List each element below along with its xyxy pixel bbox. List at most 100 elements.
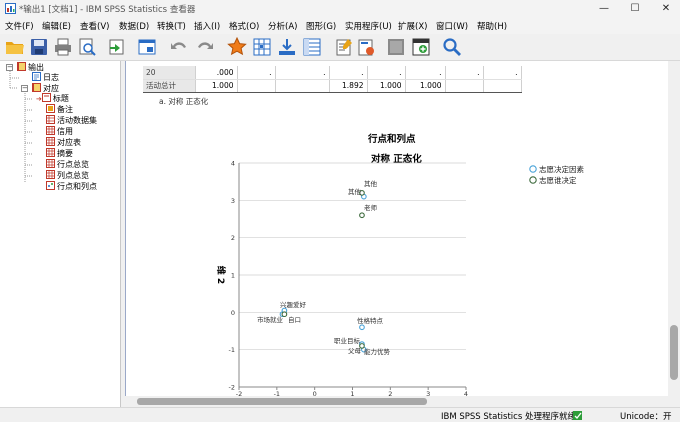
dataset-icon <box>46 115 55 124</box>
search-icon[interactable] <box>442 37 462 57</box>
menu-analyze[interactable]: 分析(A) <box>268 20 297 32</box>
y-axis-label: 维 2 <box>215 266 227 284</box>
goto-data-icon[interactable] <box>227 37 247 57</box>
outline-item-label: 对应 <box>43 84 59 93</box>
outline-item-label: 行点总览 <box>57 160 89 169</box>
outline-item-notes[interactable]: 备注 <box>46 104 73 115</box>
save-icon[interactable] <box>29 37 49 57</box>
show-all-icon[interactable] <box>386 37 406 57</box>
outline-collapse-correspondence[interactable]: − <box>21 85 28 92</box>
menu-extensions[interactable]: 扩展(X) <box>398 20 427 32</box>
table-icon <box>46 159 55 168</box>
point-label-ziji: 自口 <box>288 315 301 324</box>
goto-case-icon[interactable] <box>252 37 272 57</box>
outline-item-row-and-column-points[interactable]: 行点和列点 <box>46 181 97 192</box>
chart-point-labels: 其他 其他 老师 兴趣爱好 市场就业 自口 性格特点 职业目标 父母 能力优势 <box>257 179 391 356</box>
y-tick-label: 3 <box>231 197 235 205</box>
outline-item-column-points-overview[interactable]: 列点总览 <box>46 170 89 181</box>
processor-status: IBM SPSS Statistics 处理程序就绪 <box>441 412 576 422</box>
vertical-scroll-thumb[interactable] <box>670 325 678 380</box>
point-label-laoshi: 老师 <box>364 203 378 212</box>
point-label-nengli: 能力优势 <box>364 347 391 356</box>
toolbar <box>0 34 680 61</box>
menu-edit[interactable]: 编辑(E) <box>42 20 71 32</box>
point-label-zhiye: 职业目标 <box>334 336 361 345</box>
outline-item-credit[interactable]: 信用 <box>46 126 73 137</box>
menu-view[interactable]: 查看(V) <box>80 20 109 32</box>
close-button[interactable]: ✕ <box>651 0 680 18</box>
print-icon[interactable] <box>53 37 73 57</box>
outline-item-label: 摘要 <box>57 149 73 158</box>
point-label-shichang: 市场就业 <box>257 315 284 324</box>
chart-icon <box>46 181 55 190</box>
chart-points <box>279 190 367 353</box>
y-tick-label: 1 <box>231 272 235 280</box>
goto-variable-icon[interactable] <box>277 37 297 57</box>
print-preview-icon[interactable] <box>77 37 97 57</box>
content-pane[interactable]: 20 .000 . . . . . . . 活动总计 1.000 1.892 1… <box>125 61 670 396</box>
status-bar: IBM SPSS Statistics 处理程序就绪 Unicode：开 <box>0 407 680 422</box>
menu-format[interactable]: 格式(O) <box>229 20 259 32</box>
menu-utilities[interactable]: 实用程序(U) <box>345 20 392 32</box>
outline-item-log[interactable]: 日志 <box>32 72 59 83</box>
notes-icon <box>46 104 55 113</box>
outline-pane[interactable]: − − 输出 日志 对应 ➔ 标题 备注 活动数据集 信用 对应表 摘要 行点总览 <box>0 61 121 407</box>
maximize-button[interactable]: ☐ <box>620 0 650 18</box>
output-book-icon <box>17 62 26 71</box>
menu-insert[interactable]: 插入(I) <box>194 20 220 32</box>
outline-item-summary[interactable]: 摘要 <box>46 148 73 159</box>
table-icon <box>46 126 55 135</box>
legend-marker <box>529 176 537 184</box>
outline-item-label: 输出 <box>28 63 44 72</box>
data-point-determinant <box>359 324 365 331</box>
outline-item-label: 列点总览 <box>57 171 89 180</box>
export-icon[interactable] <box>107 37 127 57</box>
unicode-status: Unicode：开 <box>620 412 672 422</box>
minimize-button[interactable]: — <box>589 0 619 18</box>
menu-bar: 文件(F) 编辑(E) 查看(V) 数据(D) 转换(T) 插入(I) 格式(O… <box>0 18 680 34</box>
menu-graphs[interactable]: 图形(G) <box>306 20 336 32</box>
y-tick-label: 2 <box>231 234 235 242</box>
menu-help[interactable]: 帮助(H) <box>477 20 507 32</box>
table-icon <box>46 170 55 179</box>
y-tick-label: -2 <box>229 384 235 392</box>
horizontal-scroll-thumb[interactable] <box>137 398 427 405</box>
outline-item-row-points-overview[interactable]: 行点总览 <box>46 159 89 170</box>
table-icon <box>46 148 55 157</box>
title-icon <box>41 93 51 102</box>
outline-item-label: 活动数据集 <box>57 116 97 125</box>
open-folder-icon[interactable] <box>5 37 25 57</box>
menu-file[interactable]: 文件(F) <box>5 20 34 32</box>
table-icon <box>46 137 55 146</box>
menu-data[interactable]: 数据(D) <box>119 20 149 32</box>
spss-viewer-window: *输出1 [文档1] - IBM SPSS Statistics 查看器 — ☐… <box>0 0 680 422</box>
undo-icon[interactable] <box>169 37 189 57</box>
legend-label: 志愿决定因素 <box>539 164 584 174</box>
insert-title-icon[interactable] <box>356 37 376 57</box>
correspondence-biplot[interactable]: 43210-1-2-2 -1 0 1 2 3 4 维 2 其他 其他 老师 兴趣爱好 市场就… <box>126 61 670 397</box>
y-tick-label: 4 <box>231 160 235 168</box>
point-label-xingqu: 兴趣爱好 <box>280 300 307 309</box>
outline-item-correspondence-table[interactable]: 对应表 <box>46 137 81 148</box>
outline-item-label: 对应表 <box>57 138 81 147</box>
procedure-book-icon <box>32 83 41 92</box>
outline-item-label: 日志 <box>43 73 59 82</box>
insert-heading-icon[interactable] <box>334 37 354 57</box>
data-point-decider <box>359 212 365 219</box>
legend-marker <box>529 165 537 173</box>
variables-icon[interactable] <box>302 37 322 57</box>
outline-item-active-dataset[interactable]: 活动数据集 <box>46 115 97 126</box>
designate-window-icon[interactable] <box>411 37 431 57</box>
window-title: *输出1 [文档1] - IBM SPSS Statistics 查看器 <box>19 5 196 15</box>
menu-window[interactable]: 窗口(W) <box>436 20 468 32</box>
outline-collapse-output[interactable]: − <box>6 64 13 71</box>
outline-item-title[interactable]: ➔ 标题 <box>36 93 69 104</box>
point-label-qita-top: 其他 <box>364 179 378 188</box>
point-label-xingge: 性格特点 <box>357 316 384 325</box>
log-icon <box>32 72 41 81</box>
outline-item-label: 备注 <box>57 105 73 114</box>
menu-transform[interactable]: 转换(T) <box>157 20 186 32</box>
redo-icon[interactable] <box>195 37 215 57</box>
title-bar: *输出1 [文档1] - IBM SPSS Statistics 查看器 — ☐… <box>0 0 680 18</box>
recall-dialog-icon[interactable] <box>137 37 157 57</box>
